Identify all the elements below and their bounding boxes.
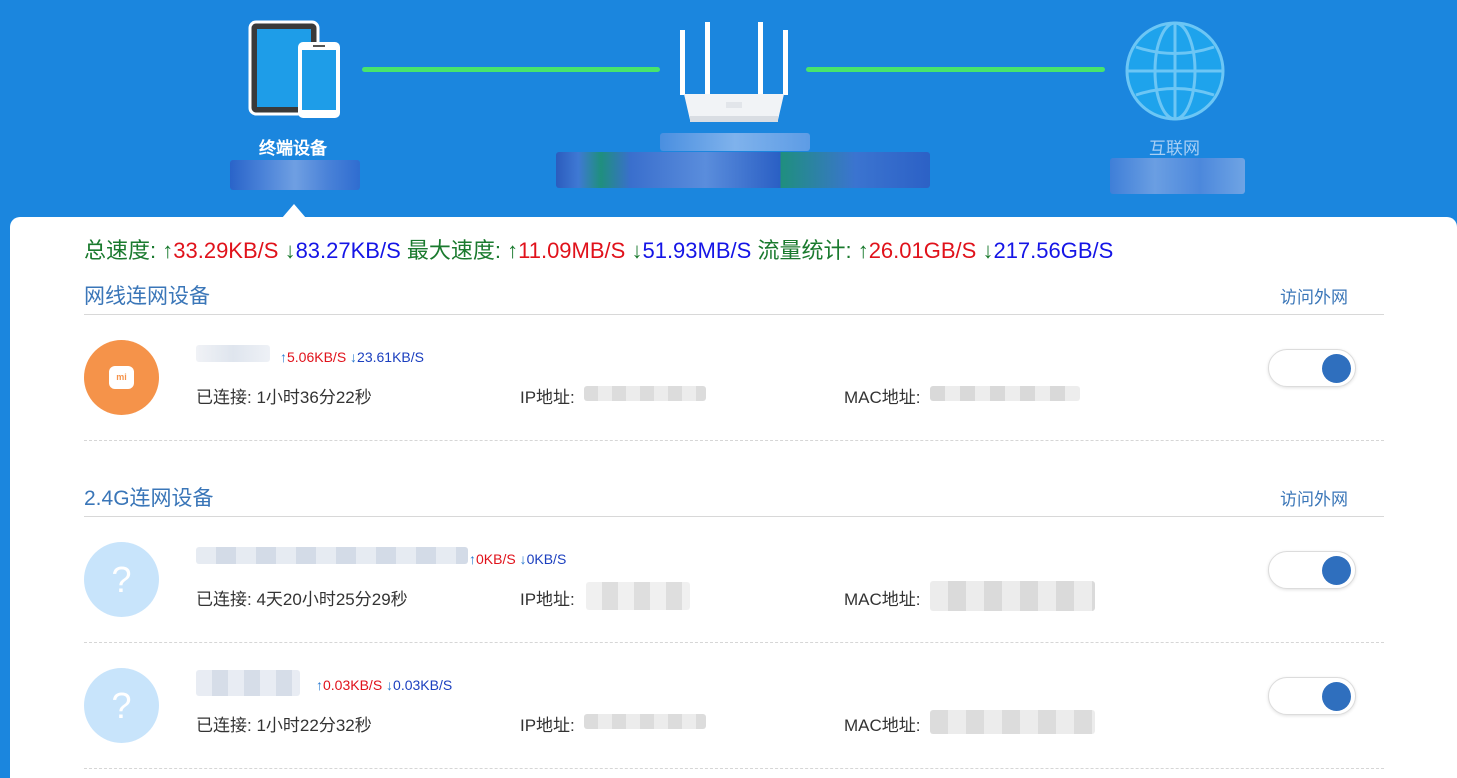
device-speed: ↑0KB/S ↓0KB/S bbox=[469, 551, 566, 567]
redacted-ip bbox=[584, 386, 706, 401]
connected-label: 已连接: bbox=[196, 388, 252, 407]
upload-arrow-icon: ↑ bbox=[507, 238, 519, 263]
mi-logo: mi bbox=[109, 366, 134, 389]
unknown-device-icon: ? bbox=[84, 542, 159, 617]
question-icon: ? bbox=[111, 685, 132, 726]
row-divider bbox=[84, 642, 1384, 643]
internet-access-header-2g[interactable]: 访问外网 bbox=[1280, 485, 1348, 510]
globe-icon bbox=[1125, 21, 1225, 121]
xiaomi-icon: mi bbox=[84, 340, 159, 415]
mac-label: MAC地址: bbox=[844, 590, 921, 609]
selected-node-pointer bbox=[282, 204, 306, 218]
speed-summary: 总速度: ↑33.29KB/S ↓83.27KB/S 最大速度: ↑11.09M… bbox=[84, 233, 1113, 265]
download-arrow-icon: ↓ bbox=[631, 238, 643, 263]
max-download-speed: 51.93MB/S bbox=[642, 238, 752, 263]
toggle-knob bbox=[1322, 682, 1351, 711]
upload-arrow-icon: ↑ bbox=[316, 677, 323, 693]
max-speed-label: 最大速度: bbox=[406, 238, 501, 263]
device-speed: ↑5.06KB/S ↓23.61KB/S bbox=[280, 349, 424, 365]
device-upload-speed: 0.03KB/S bbox=[323, 677, 383, 693]
internet-access-toggle[interactable] bbox=[1268, 349, 1356, 387]
device-upload-speed: 0KB/S bbox=[476, 551, 516, 567]
mac-label: MAC地址: bbox=[844, 716, 921, 735]
connected-label: 已连接: bbox=[196, 716, 252, 735]
total-speed-label: 总速度: bbox=[84, 238, 157, 263]
terminal-devices-node[interactable] bbox=[248, 20, 344, 120]
redacted-ip bbox=[584, 714, 706, 729]
section-title-2g: 2.4G连网设备 bbox=[84, 487, 214, 510]
traffic-upload: 26.01GB/S bbox=[868, 238, 977, 263]
redacted-mac bbox=[930, 710, 1095, 734]
device-row: ? ↑0KB/S ↓0KB/S 已连接: 4天20小时25分29秒 IP地址: … bbox=[84, 537, 1384, 647]
network-topology: 终端设备 互联网 bbox=[0, 0, 1457, 222]
devices-icon bbox=[248, 20, 340, 118]
connected-duration: 已连接: 4天20小时25分29秒 bbox=[196, 585, 408, 610]
device-speed: ↑0.03KB/S ↓0.03KB/S bbox=[316, 677, 452, 693]
section-title-wired: 网线连网设备 bbox=[84, 285, 210, 308]
internet-access-toggle[interactable] bbox=[1268, 677, 1356, 715]
redacted-device-info bbox=[230, 160, 360, 190]
ip-label: IP地址: bbox=[520, 590, 575, 609]
unknown-device-icon: ? bbox=[84, 668, 159, 743]
redacted-ip bbox=[586, 582, 690, 610]
redacted-mac bbox=[930, 386, 1080, 401]
terminal-devices-label: 终端设备 bbox=[259, 139, 327, 158]
internet-node[interactable] bbox=[1124, 20, 1226, 122]
total-upload-speed: 33.29KB/S bbox=[173, 238, 279, 263]
link-line-devices-router bbox=[362, 67, 660, 72]
redacted-device-name bbox=[196, 345, 270, 362]
upload-arrow-icon: ↑ bbox=[857, 238, 869, 263]
device-list-panel: 总速度: ↑33.29KB/S ↓83.27KB/S 最大速度: ↑11.09M… bbox=[10, 217, 1457, 778]
redacted-router-name bbox=[660, 133, 810, 151]
upload-arrow-icon: ↑ bbox=[469, 551, 476, 567]
connected-time: 1小时22分32秒 bbox=[256, 716, 372, 735]
device-row: ? ↑0.03KB/S ↓0.03KB/S 已连接: 1小时22分32秒 IP地… bbox=[84, 663, 1384, 773]
upload-arrow-icon: ↑ bbox=[162, 238, 174, 263]
link-line-router-internet bbox=[806, 67, 1105, 72]
toggle-knob bbox=[1322, 354, 1351, 383]
internet-access-toggle[interactable] bbox=[1268, 551, 1356, 589]
toggle-knob bbox=[1322, 556, 1351, 585]
connected-time: 4天20小时25分29秒 bbox=[256, 590, 408, 609]
device-row: mi ↑5.06KB/S ↓23.61KB/S 已连接: 1小时36分22秒 I… bbox=[84, 335, 1384, 445]
total-download-speed: 83.27KB/S bbox=[295, 238, 401, 263]
connected-duration: 已连接: 1小时36分22秒 bbox=[196, 383, 372, 408]
section-divider bbox=[84, 516, 1384, 517]
mac-label: MAC地址: bbox=[844, 388, 921, 407]
download-arrow-icon: ↓ bbox=[386, 677, 394, 693]
router-node[interactable] bbox=[670, 20, 798, 124]
internet-label: 互联网 bbox=[1149, 139, 1200, 158]
download-arrow-icon: ↓ bbox=[284, 238, 296, 263]
download-arrow-icon: ↓ bbox=[982, 238, 994, 263]
device-upload-speed: 5.06KB/S bbox=[287, 349, 347, 365]
ip-label: IP地址: bbox=[520, 716, 575, 735]
max-upload-speed: 11.09MB/S bbox=[518, 238, 626, 263]
router-icon bbox=[680, 22, 788, 122]
device-download-speed: 0KB/S bbox=[526, 551, 567, 567]
upload-arrow-icon: ↑ bbox=[280, 349, 287, 365]
row-divider bbox=[84, 768, 1384, 769]
download-arrow-icon: ↓ bbox=[350, 349, 358, 365]
traffic-stats-label: 流量统计: bbox=[757, 238, 852, 263]
redacted-wan-info bbox=[1110, 158, 1245, 194]
question-icon: ? bbox=[111, 559, 132, 600]
device-download-speed: 23.61KB/S bbox=[357, 349, 424, 365]
traffic-download: 217.56GB/S bbox=[993, 238, 1114, 263]
device-download-speed: 0.03KB/S bbox=[393, 677, 453, 693]
connected-duration: 已连接: 1小时22分32秒 bbox=[196, 711, 372, 736]
internet-access-header-wired[interactable]: 访问外网 bbox=[1280, 283, 1348, 308]
connected-time: 1小时36分22秒 bbox=[256, 388, 372, 407]
redacted-device-name bbox=[196, 670, 300, 696]
redacted-device-name bbox=[196, 547, 468, 564]
download-arrow-icon: ↓ bbox=[519, 551, 527, 567]
redacted-mac bbox=[930, 581, 1095, 611]
section-divider bbox=[84, 314, 1384, 315]
connected-label: 已连接: bbox=[196, 590, 252, 609]
row-divider bbox=[84, 440, 1384, 441]
ip-label: IP地址: bbox=[520, 388, 575, 407]
redacted-router-info bbox=[556, 152, 930, 188]
